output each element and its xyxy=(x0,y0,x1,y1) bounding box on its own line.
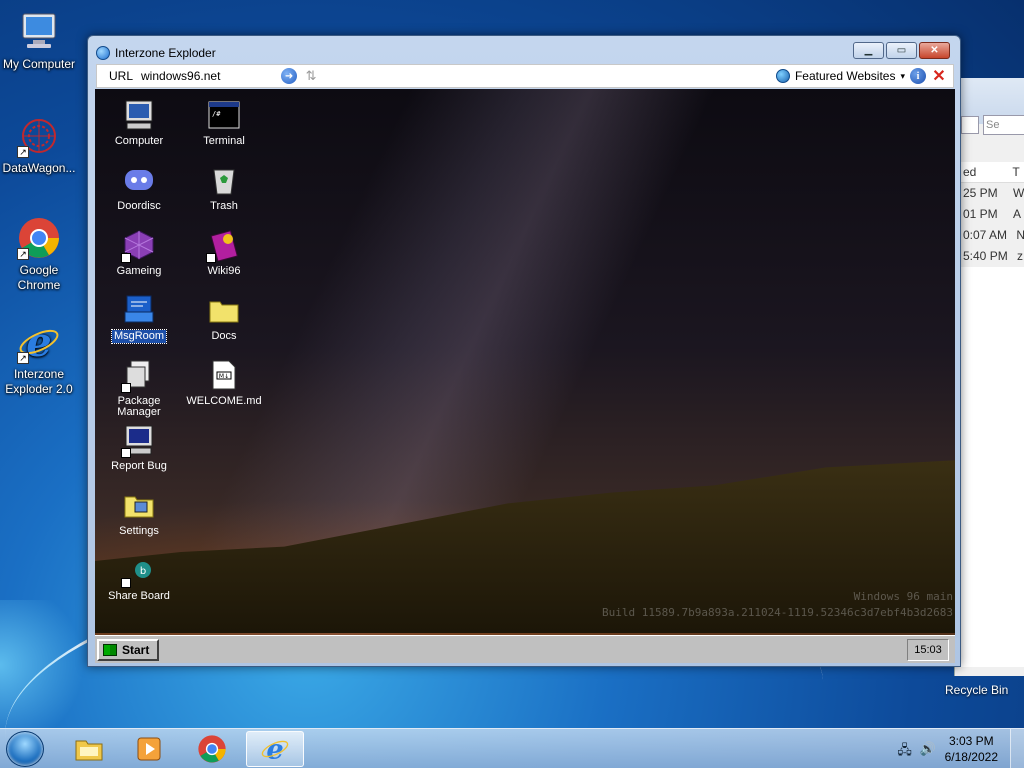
w96-icon-computer[interactable]: Computer xyxy=(99,99,179,148)
window-title: Interzone Exploder xyxy=(115,46,216,60)
computer-icon xyxy=(123,99,155,131)
svg-text:/#: /# xyxy=(212,110,221,118)
ie-icon: e ↗ xyxy=(17,319,61,366)
wiki-icon xyxy=(206,229,240,263)
window-title-bar[interactable]: Interzone Exploder xyxy=(96,44,216,62)
shortcut-arrow-icon: ↗ xyxy=(17,146,29,158)
w96-icon-trash[interactable]: Trash xyxy=(184,164,264,213)
go-arrow-icon[interactable]: ➜ xyxy=(281,68,298,84)
datawagon-icon: ↗ xyxy=(17,114,61,158)
start-icon xyxy=(103,644,117,656)
w96-icon-wiki96[interactable]: Wiki96 xyxy=(184,229,264,278)
settings-icon xyxy=(123,489,155,521)
msgroom-icon xyxy=(123,294,155,326)
windows96-taskbar: Start 15:03 xyxy=(95,635,955,663)
search-input[interactable]: Se xyxy=(983,115,1024,135)
shortcut-arrow-icon: ↗ xyxy=(17,248,29,260)
window-controls: ▁ ▭ ✕ xyxy=(853,42,950,59)
w96-icon-docs[interactable]: Docs xyxy=(184,294,264,343)
w96-icon-package-manager[interactable]: Package Manager xyxy=(99,359,179,419)
taskbar-clock[interactable]: 3:03 PM 6/18/2022 xyxy=(945,733,998,765)
url-bar: URL windows96.net ➜ ⇅ Featured Websites … xyxy=(96,64,954,88)
svg-text:M↓: M↓ xyxy=(219,373,229,380)
trash-icon xyxy=(208,164,240,196)
info-icon[interactable]: i xyxy=(910,68,926,84)
refresh-icon[interactable] xyxy=(961,116,979,134)
network-icon[interactable]: 🖧 xyxy=(897,741,912,763)
list-item[interactable]: 0:07 AM N xyxy=(955,225,1024,246)
taskbar: e 🖧 🔊 3:03 PM 6/18/2022 xyxy=(0,728,1024,768)
volume-icon[interactable]: 🔊 xyxy=(920,741,936,763)
chevron-down-icon: ▾ xyxy=(900,70,905,81)
wallpaper-glow xyxy=(0,600,100,730)
w96-icon-msgroom[interactable]: MsgRoom xyxy=(99,294,179,344)
desktop-icon-interzone-exploder[interactable]: e ↗ Interzone Exploder 2.0 xyxy=(0,319,78,397)
w96-icon-report-bug[interactable]: Report Bug xyxy=(99,424,179,473)
media-player-icon xyxy=(137,737,161,761)
close-button[interactable]: ✕ xyxy=(919,42,950,59)
w96-icon-gameing[interactable]: Gameing xyxy=(99,229,179,278)
explorer-body xyxy=(955,267,1024,667)
package-icon xyxy=(121,359,155,393)
gameing-icon xyxy=(121,229,155,263)
show-desktop-button[interactable] xyxy=(1010,729,1024,768)
globe-icon xyxy=(775,69,790,83)
featured-websites-dropdown[interactable]: Featured Websites ▾ i ✕ xyxy=(775,66,953,86)
ie-icon xyxy=(96,46,110,60)
chrome-icon: ↗ xyxy=(17,216,61,260)
shortcut-arrow-icon: ↗ xyxy=(17,352,29,364)
background-explorer-window[interactable]: Se ed T 25 PM W 01 PM A 0:07 AM N 5:40 PM… xyxy=(954,78,1024,676)
maximize-button[interactable]: ▭ xyxy=(886,42,917,59)
svg-text:b: b xyxy=(140,566,146,577)
explorer-toolbar: Se xyxy=(955,78,1024,135)
start-orb-button[interactable] xyxy=(6,731,44,767)
taskbar-chrome-button[interactable] xyxy=(183,731,241,767)
url-label: URL xyxy=(109,69,134,83)
desktop-icon-datawagon[interactable]: ↗ DataWagon... xyxy=(0,114,78,176)
markdown-file-icon: M↓ xyxy=(208,359,240,391)
chrome-icon xyxy=(198,735,226,763)
share-board-icon: b xyxy=(121,554,155,588)
version-watermark: Windows 96 main xyxy=(853,590,953,603)
computer-icon xyxy=(17,10,61,54)
url-input[interactable]: windows96.net xyxy=(141,69,281,83)
svg-text:e: e xyxy=(266,734,283,764)
list-item[interactable]: 25 PM W xyxy=(955,183,1024,204)
w96-clock: 15:03 xyxy=(907,639,949,661)
system-tray: 🖧 🔊 xyxy=(897,741,936,763)
report-bug-icon xyxy=(121,424,155,458)
recycle-bin-label[interactable]: Recycle Bin xyxy=(945,683,1008,697)
w96-icon-welcome-md[interactable]: M↓ WELCOME.md xyxy=(184,359,264,408)
doordisc-icon xyxy=(123,164,155,196)
list-item[interactable]: 5:40 PM z xyxy=(955,246,1024,267)
taskbar-media-player-button[interactable] xyxy=(120,731,178,767)
windows96-desktop[interactable]: Computer /# Terminal Doordisc Trash Game… xyxy=(95,89,955,663)
svg-text:e: e xyxy=(26,320,51,364)
explorer-icon xyxy=(75,740,103,761)
taskbar-explorer-button[interactable] xyxy=(60,731,118,767)
list-item[interactable]: 01 PM A xyxy=(955,204,1024,225)
minimize-button[interactable]: ▁ xyxy=(853,42,884,59)
stop-icon[interactable]: ✕ xyxy=(931,66,947,86)
desktop-icon-my-computer[interactable]: My Computer xyxy=(0,10,78,72)
folder-icon xyxy=(208,294,240,326)
column-header[interactable]: ed T xyxy=(955,162,1024,183)
w96-icon-settings[interactable]: Settings xyxy=(99,489,179,538)
desktop-icon-google-chrome[interactable]: ↗ Google Chrome xyxy=(0,216,78,293)
interzone-exploder-window[interactable]: Interzone Exploder ▁ ▭ ✕ URL windows96.n… xyxy=(87,35,961,667)
w96-icon-share-board[interactable]: b Share Board xyxy=(99,554,179,603)
build-watermark: Build 11589.7b9a893a.211024-1119.52346c3… xyxy=(602,606,953,619)
taskbar-ie-button[interactable]: e xyxy=(246,731,304,767)
ie-icon: e xyxy=(261,734,289,764)
refresh-icon[interactable]: ⇅ xyxy=(303,68,319,84)
terminal-icon: /# xyxy=(208,99,240,131)
w96-icon-doordisc[interactable]: Doordisc xyxy=(99,164,179,213)
w96-icon-terminal[interactable]: /# Terminal xyxy=(184,99,264,148)
w96-start-button[interactable]: Start xyxy=(97,639,159,661)
